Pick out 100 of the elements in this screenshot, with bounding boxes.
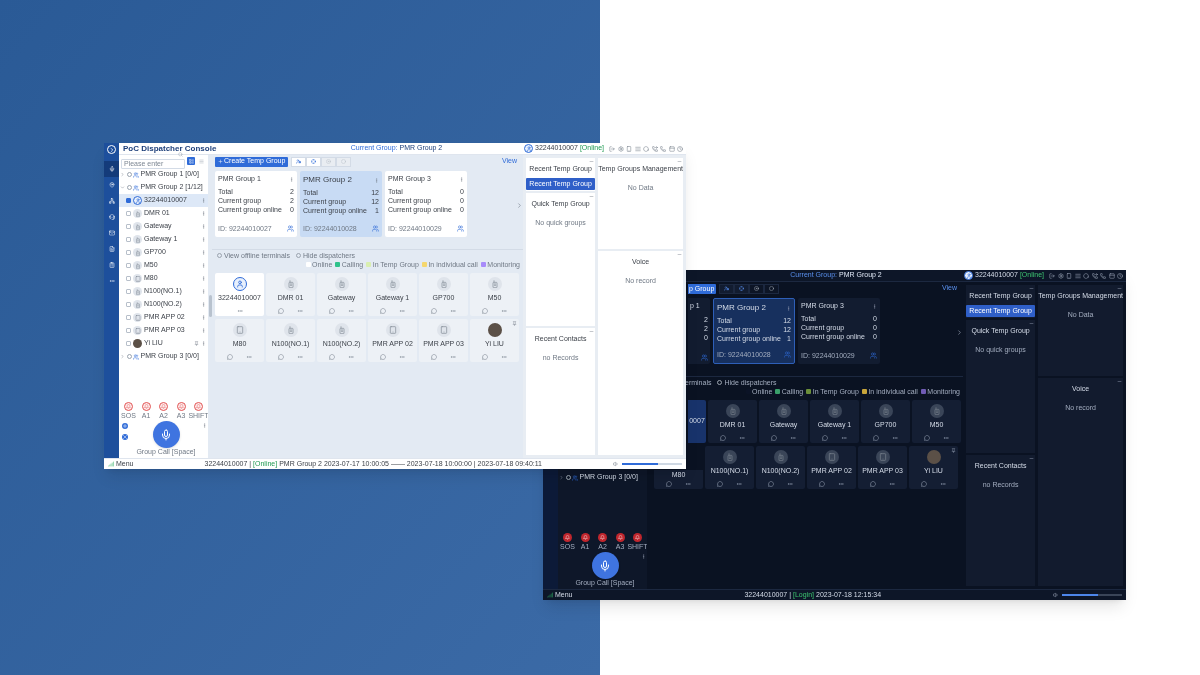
mic-tab[interactable] (104, 161, 119, 177)
more-icon[interactable] (500, 354, 507, 360)
chat-icon[interactable] (873, 435, 880, 441)
alarm-button[interactable] (633, 533, 642, 542)
member-checkbox[interactable] (126, 302, 131, 307)
minimize-icon[interactable] (677, 159, 682, 164)
more-icon[interactable] (891, 435, 898, 441)
more-icon[interactable] (201, 315, 206, 320)
list-icon[interactable] (634, 145, 641, 152)
more-icon[interactable] (500, 308, 507, 314)
more-icon[interactable] (201, 341, 206, 346)
minimize-icon[interactable] (589, 159, 595, 164)
remove-icon[interactable] (122, 434, 128, 440)
minimize-icon[interactable] (1029, 321, 1035, 326)
more-icon[interactable] (201, 289, 206, 294)
add-icon[interactable] (122, 423, 128, 429)
call-forward-icon[interactable] (651, 145, 658, 152)
clock-icon[interactable] (677, 145, 683, 152)
member-checkbox[interactable] (126, 276, 131, 281)
phone-icon[interactable] (626, 145, 632, 152)
settings-icon[interactable] (617, 145, 624, 152)
more-icon[interactable] (236, 308, 243, 314)
collapse-handle-icon[interactable] (516, 202, 523, 209)
alarm-button[interactable] (159, 402, 168, 411)
minimize-icon[interactable] (1117, 286, 1122, 291)
member-checkbox[interactable] (126, 250, 131, 255)
member-checkbox[interactable] (126, 211, 131, 216)
member-checkbox[interactable] (126, 198, 131, 203)
more-icon[interactable] (786, 305, 791, 311)
more-icon[interactable] (942, 435, 949, 441)
more-icon[interactable] (738, 435, 745, 441)
more-icon[interactable] (837, 481, 844, 487)
call-forward-icon[interactable] (1091, 272, 1098, 279)
chat-icon[interactable] (822, 435, 829, 441)
minimize-icon[interactable] (589, 329, 595, 334)
chat-icon[interactable] (431, 308, 438, 314)
caret-icon[interactable] (120, 185, 125, 190)
more-icon[interactable] (789, 435, 796, 441)
more-icon[interactable] (872, 303, 877, 309)
member-checkbox[interactable] (126, 328, 131, 333)
alarm-button[interactable] (124, 402, 133, 411)
more-icon[interactable] (296, 354, 303, 360)
volume-icon[interactable] (613, 461, 619, 467)
chat-icon[interactable] (717, 481, 724, 487)
more-icon[interactable] (459, 176, 464, 182)
search-icon[interactable] (178, 151, 183, 157)
more-icon[interactable] (641, 554, 646, 559)
phone-call-icon[interactable] (1100, 272, 1106, 279)
alarm-button[interactable] (598, 533, 607, 542)
scrollbar-thumb[interactable] (209, 295, 212, 317)
member-checkbox[interactable] (126, 289, 131, 294)
caret-icon[interactable] (559, 475, 564, 480)
more-icon[interactable] (398, 354, 405, 360)
chat-icon[interactable] (924, 435, 931, 441)
hexagon-icon[interactable] (643, 145, 649, 152)
clock-icon[interactable] (1117, 272, 1123, 279)
volume-icon[interactable] (1053, 592, 1059, 598)
user-avatar[interactable] (964, 271, 974, 280)
chat-icon[interactable] (380, 308, 387, 314)
view-mode-button[interactable] (197, 157, 205, 165)
chat-icon[interactable] (819, 481, 826, 487)
more-icon[interactable] (449, 308, 456, 314)
phone-call-icon[interactable] (660, 145, 666, 152)
user-settings-tool[interactable] (719, 283, 735, 294)
alarm-button[interactable] (176, 402, 186, 411)
more-icon[interactable] (201, 224, 206, 229)
more-icon[interactable] (245, 354, 252, 360)
more-icon[interactable] (202, 423, 207, 428)
more-icon[interactable] (449, 354, 456, 360)
more-icon[interactable] (888, 481, 895, 487)
more-icon[interactable] (374, 177, 379, 183)
chat-icon[interactable] (278, 308, 285, 314)
more-icon[interactable] (296, 308, 303, 314)
more-icon[interactable] (684, 481, 691, 487)
chat-icon[interactable] (482, 308, 489, 314)
minimize-icon[interactable] (589, 194, 595, 199)
chat-icon[interactable] (666, 481, 673, 487)
more-icon[interactable] (840, 435, 847, 441)
more-icon[interactable] (347, 308, 354, 314)
caret-icon[interactable] (120, 354, 125, 359)
member-checkbox[interactable] (126, 263, 131, 268)
minimize-icon[interactable] (1029, 456, 1035, 461)
more-icon[interactable] (201, 211, 206, 216)
more-icon[interactable] (201, 276, 206, 281)
chat-icon[interactable] (329, 354, 336, 360)
chat-icon[interactable] (431, 354, 438, 360)
alarm-button[interactable] (194, 402, 203, 411)
target-tool[interactable] (734, 283, 750, 294)
more-icon[interactable] (201, 198, 206, 203)
member-checkbox[interactable] (126, 224, 131, 229)
chat-icon[interactable] (482, 354, 489, 360)
more-icon[interactable] (201, 328, 206, 333)
chat-icon[interactable] (278, 354, 285, 360)
more-icon[interactable] (347, 354, 354, 360)
logout-icon[interactable] (1049, 272, 1055, 279)
settings-icon[interactable] (1057, 272, 1064, 279)
caret-icon[interactable] (120, 172, 125, 177)
alarm-button[interactable] (141, 402, 151, 411)
window-icon[interactable] (668, 145, 675, 152)
chat-icon[interactable] (720, 435, 727, 441)
